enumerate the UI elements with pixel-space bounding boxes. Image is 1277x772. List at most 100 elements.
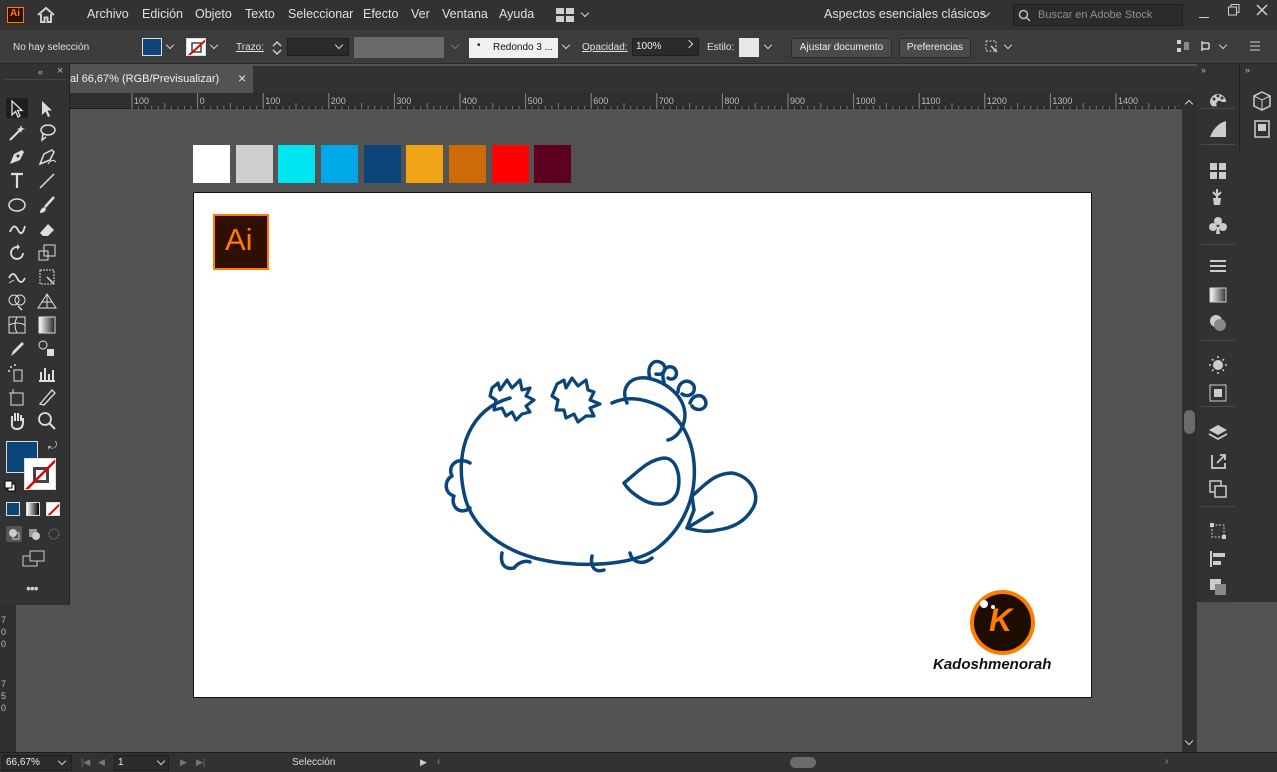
perspective-grid-icon[interactable] xyxy=(36,290,58,310)
stock-search-box[interactable]: Buscar en Adobe Stock xyxy=(1013,4,1183,26)
menu-edicion[interactable]: Edición xyxy=(142,7,183,21)
ellipse-tool-icon[interactable] xyxy=(6,194,28,214)
status-menu-arrow[interactable]: ▶ xyxy=(420,757,427,768)
selection-tool-icon[interactable] xyxy=(6,98,28,118)
align-panel-icon[interactable] xyxy=(1207,548,1229,570)
chevron-down-icon[interactable] xyxy=(580,8,590,18)
hscroll-right-icon[interactable]: › xyxy=(1165,756,1168,767)
stroke-panel-icon[interactable] xyxy=(1207,256,1229,278)
artboard-tool-icon[interactable] xyxy=(6,386,28,406)
menu-archivo[interactable]: Archivo xyxy=(87,7,129,21)
document-tab[interactable]: al 66,67% (RGB/Previsualizar) × xyxy=(70,66,253,93)
swatch[interactable] xyxy=(236,145,273,183)
align-options-icon[interactable] xyxy=(1176,39,1190,53)
minimize-icon[interactable] xyxy=(1199,8,1209,18)
lasso-icon[interactable] xyxy=(36,122,58,142)
swatch[interactable] xyxy=(534,145,571,183)
menu-ver[interactable]: Ver xyxy=(411,7,430,21)
menu-ventana[interactable]: Ventana xyxy=(442,7,488,21)
shape-builder-icon[interactable] xyxy=(6,290,28,311)
swatch[interactable] xyxy=(449,145,486,183)
export-icon[interactable] xyxy=(1207,450,1229,472)
vertical-scrollbar[interactable] xyxy=(1182,93,1197,752)
swatches-panel-icon[interactable] xyxy=(1207,160,1229,182)
artboard[interactable]: Ai K Kadoshmenorah xyxy=(193,192,1092,698)
symbols-icon[interactable] xyxy=(1207,214,1229,236)
stroke-swatch[interactable] xyxy=(24,458,56,490)
symbol-sprayer-icon[interactable] xyxy=(6,362,28,382)
hscroll-left-icon[interactable]: ‹ xyxy=(437,756,440,767)
chevron-down-icon[interactable] xyxy=(165,40,175,50)
eraser-icon[interactable] xyxy=(36,218,58,238)
mesh-tool-icon[interactable] xyxy=(6,314,28,334)
last-artboard-icon[interactable]: ▶| xyxy=(196,757,205,768)
chevron-down-icon[interactable] xyxy=(1184,736,1194,746)
slice-tool-icon[interactable] xyxy=(36,386,58,406)
fit-document-button[interactable]: Ajustar documento xyxy=(791,38,892,58)
artboards-panel-icon[interactable] xyxy=(1207,478,1229,500)
screen-mode-icon[interactable] xyxy=(22,550,46,568)
properties-icon[interactable] xyxy=(1251,90,1273,112)
swatch[interactable] xyxy=(193,145,230,183)
axie-illustration[interactable] xyxy=(442,348,762,583)
warp-tool-icon[interactable] xyxy=(6,266,28,286)
collapse-dock-icon-2[interactable]: » xyxy=(1245,65,1250,75)
preferences-button[interactable]: Preferencias xyxy=(899,38,971,58)
stroke-color-box[interactable] xyxy=(186,38,206,56)
line-segment-icon[interactable] xyxy=(36,170,58,190)
draw-normal-icon[interactable] xyxy=(6,526,22,542)
horizontal-scrollbar-thumb[interactable] xyxy=(790,757,816,768)
menu-texto[interactable]: Texto xyxy=(245,7,275,21)
rotate-tool-icon[interactable] xyxy=(6,242,28,262)
swatch[interactable] xyxy=(492,145,529,183)
scale-tool-icon[interactable] xyxy=(36,242,58,262)
close-panel-icon[interactable]: × xyxy=(57,65,63,77)
more-tools-icon[interactable]: ••• xyxy=(26,580,39,596)
appearance-icon[interactable] xyxy=(1207,354,1229,376)
chevron-down-icon[interactable] xyxy=(1003,40,1013,50)
menu-seleccionar[interactable]: Seleccionar xyxy=(288,7,353,21)
chevron-down-icon[interactable] xyxy=(763,40,773,50)
color-mode-icon[interactable] xyxy=(6,502,20,516)
direct-selection-tool-icon[interactable] xyxy=(36,98,58,118)
color-guide-icon[interactable] xyxy=(1207,118,1229,140)
default-colors-icon[interactable] xyxy=(4,480,16,492)
prev-artboard-icon[interactable]: ◀ xyxy=(98,757,105,768)
pathfinder-icon[interactable] xyxy=(1207,576,1229,598)
fill-color-box[interactable] xyxy=(142,38,162,56)
brush-definition-field[interactable]: • Redondo 3 ... xyxy=(469,38,558,58)
close-tab-icon[interactable]: × xyxy=(238,70,246,86)
transparency-icon[interactable] xyxy=(1207,312,1229,334)
none-mode-icon[interactable] xyxy=(46,502,60,516)
brushes-icon[interactable] xyxy=(1207,186,1229,208)
chevron-down-icon[interactable] xyxy=(209,40,219,50)
gradient-mode-icon[interactable] xyxy=(26,502,40,516)
chevron-down-icon[interactable] xyxy=(1218,40,1228,50)
transform-panel-icon[interactable] xyxy=(1207,520,1229,542)
swap-fill-stroke-icon[interactable]: ⤾ xyxy=(48,440,57,453)
draw-inside-icon[interactable] xyxy=(46,526,62,542)
first-artboard-icon[interactable]: |◀ xyxy=(81,757,90,768)
libraries-icon[interactable] xyxy=(1251,118,1273,140)
swatch[interactable] xyxy=(278,145,315,183)
menu-efecto[interactable]: Efecto xyxy=(363,7,398,21)
zoom-tool-icon[interactable] xyxy=(36,410,58,430)
variable-width-profile[interactable] xyxy=(354,37,444,58)
stroke-stepper-icon[interactable] xyxy=(271,39,283,57)
shaper-tool-icon[interactable] xyxy=(6,218,28,238)
gradient-panel-icon[interactable] xyxy=(1207,284,1229,306)
pen-tool-icon[interactable] xyxy=(6,146,28,166)
free-transform-icon[interactable] xyxy=(36,266,58,286)
panel-menu-icon[interactable] xyxy=(1249,40,1261,52)
collapse-dock-icon[interactable]: » xyxy=(1201,65,1206,75)
column-graph-icon[interactable] xyxy=(36,362,58,382)
type-tool-icon[interactable] xyxy=(6,170,28,190)
chevron-down-icon[interactable] xyxy=(561,40,571,50)
eyedropper-icon[interactable] xyxy=(6,338,28,358)
align-grid-icon[interactable] xyxy=(983,38,999,54)
menu-objeto[interactable]: Objeto xyxy=(195,7,232,21)
magic-wand-icon[interactable] xyxy=(6,122,28,142)
swatch[interactable] xyxy=(406,145,443,183)
restore-icon[interactable] xyxy=(1228,4,1240,16)
swatch[interactable] xyxy=(321,145,358,183)
